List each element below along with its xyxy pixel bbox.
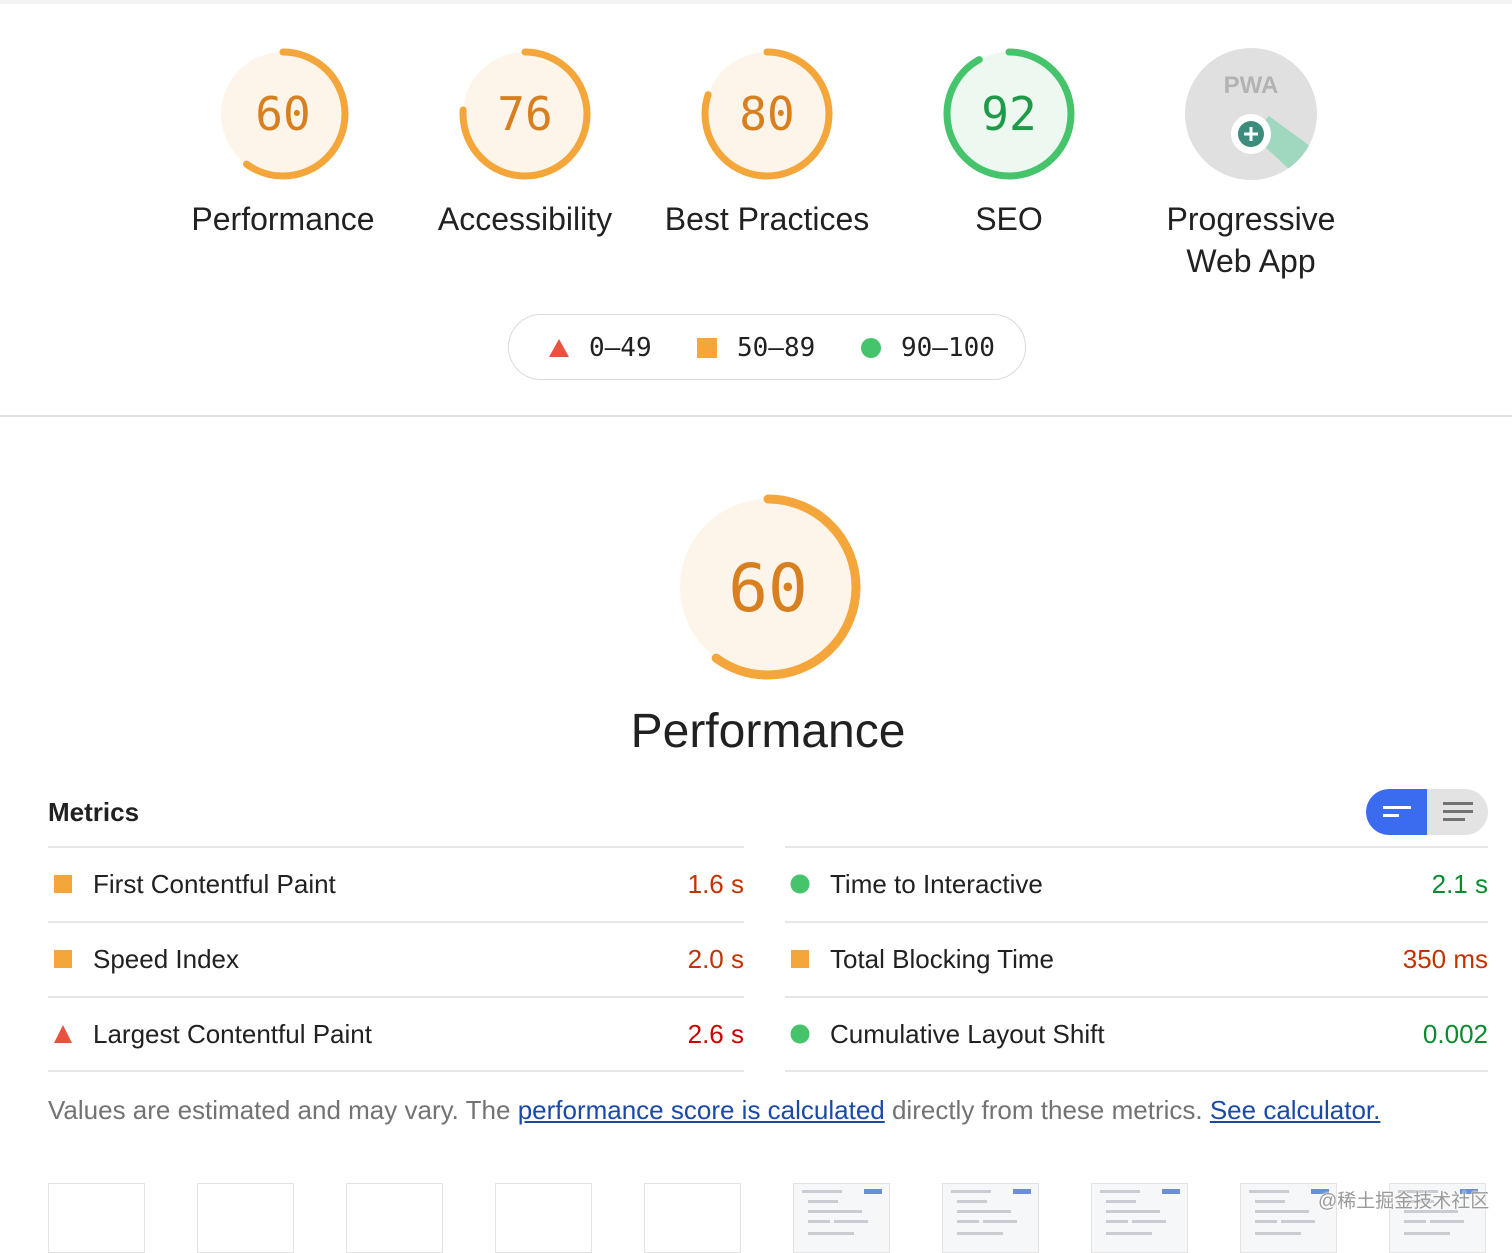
expanded-view-button[interactable]: [1427, 789, 1488, 835]
metric-speed-index: Speed Index 2.0 s: [48, 921, 744, 996]
metric-name: Total Blocking Time: [830, 944, 1054, 974]
performance-score-link[interactable]: performance score is calculated: [518, 1095, 885, 1125]
pwa-badge-icon: PWA: [1185, 48, 1317, 180]
section-divider: [0, 415, 1512, 417]
performance-title: Performance: [630, 705, 906, 758]
metric-name: Speed Index: [93, 944, 240, 974]
metric-value: 2.6 s: [687, 1019, 744, 1049]
metrics-note: Values are estimated and may vary. The p…: [48, 1092, 1488, 1128]
metric-name: First Contentful Paint: [93, 869, 336, 899]
gauge-score: 76: [497, 87, 552, 141]
performance-gauge: 60: [668, 487, 868, 687]
filmstrip-frame: [197, 1183, 294, 1253]
legend-range: 50–89: [737, 333, 816, 363]
filmstrip-frame: [793, 1183, 890, 1253]
metric-name: Time to Interactive: [830, 869, 1043, 899]
gauge-score: 92: [981, 87, 1036, 141]
filmstrip-frame: [495, 1183, 592, 1253]
gauge-label: Performance: [191, 201, 375, 237]
metrics-column-right: Time to Interactive 2.1 s Total Blocking…: [785, 846, 1488, 1072]
metric-value: 2.1 s: [1431, 869, 1488, 899]
performance-score: 60: [728, 550, 807, 627]
score-legend: 0–49 50–89 90–100: [508, 314, 1026, 380]
metrics-heading: Metrics: [48, 797, 140, 827]
gauge-label: SEO: [975, 201, 1043, 237]
circle-icon: [790, 874, 810, 894]
gauge-ring: 80: [701, 48, 833, 180]
gauge-performance[interactable]: 60 Performance: [153, 44, 413, 240]
gauge-best-practices[interactable]: 80 Best Practices: [637, 44, 897, 240]
gauge-ring: 92: [943, 48, 1075, 180]
metric-value: 0.002: [1422, 1019, 1488, 1049]
legend-item-fail: 0–49: [547, 315, 652, 381]
gauge-pwa[interactable]: PWA Progressive Web App: [1121, 44, 1381, 282]
metric-value: 2.0 s: [687, 944, 744, 974]
metric-time-to-interactive: Time to Interactive 2.1 s: [785, 846, 1488, 921]
legend-item-average: 50–89: [695, 315, 815, 381]
watermark: @稀土掘金技术社区: [1318, 1191, 1490, 1212]
gauge-seo[interactable]: 92 SEO: [879, 44, 1139, 240]
triangle-icon: [54, 1025, 72, 1043]
metric-value: 350 ms: [1402, 944, 1488, 974]
metric-name: Cumulative Layout Shift: [830, 1019, 1105, 1049]
see-calculator-link[interactable]: See calculator.: [1210, 1095, 1381, 1125]
circle-icon: [861, 338, 881, 358]
gauge-ring: 76: [459, 48, 591, 180]
square-icon: [697, 338, 717, 358]
legend-range: 0–49: [589, 333, 652, 363]
filmstrip-frame: [644, 1183, 741, 1253]
gauge-ring: 60: [217, 48, 349, 180]
gauge-label: Best Practices: [664, 201, 870, 237]
circle-icon: [790, 1024, 810, 1044]
square-icon: [54, 875, 72, 893]
gauge-accessibility[interactable]: 76 Accessibility: [395, 44, 655, 240]
note-text: Values are estimated and may vary. The: [48, 1095, 518, 1125]
legend-item-pass: 90–100: [859, 315, 995, 381]
metrics-column-left: First Contentful Paint 1.6 s Speed Index…: [48, 846, 744, 1072]
square-icon: [54, 950, 72, 968]
metric-total-blocking-time: Total Blocking Time 350 ms: [785, 921, 1488, 996]
compact-view-button[interactable]: [1366, 789, 1427, 835]
legend-range: 90–100: [901, 333, 995, 363]
metric-first-contentful-paint: First Contentful Paint 1.6 s: [48, 846, 744, 921]
metric-largest-contentful-paint: Largest Contentful Paint 2.6 s: [48, 996, 744, 1072]
compact-view-icon: [1382, 806, 1411, 817]
filmstrip-frame: [346, 1183, 443, 1253]
triangle-icon: [549, 339, 569, 357]
metric-cumulative-layout-shift: Cumulative Layout Shift 0.002: [785, 996, 1488, 1072]
pwa-badge-text: PWA: [1224, 72, 1279, 99]
filmstrip-frame: [48, 1183, 145, 1253]
gauge-score: 60: [255, 87, 310, 141]
metrics-view-toggle[interactable]: [1366, 789, 1488, 835]
note-text: directly from these metrics.: [884, 1095, 1210, 1125]
gauge-ring: 60: [675, 494, 861, 680]
square-icon: [791, 950, 809, 968]
gauge-label: Progressive Web App: [1166, 201, 1336, 279]
expanded-view-icon: [1442, 802, 1473, 821]
gauge-score: 80: [739, 87, 794, 141]
gauge-label: Accessibility: [437, 201, 613, 237]
filmstrip-frame: [942, 1183, 1039, 1253]
filmstrip-frame: [1091, 1183, 1188, 1253]
metric-name: Largest Contentful Paint: [93, 1019, 372, 1049]
top-strip: [0, 0, 1512, 4]
metric-value: 1.6 s: [687, 869, 744, 899]
